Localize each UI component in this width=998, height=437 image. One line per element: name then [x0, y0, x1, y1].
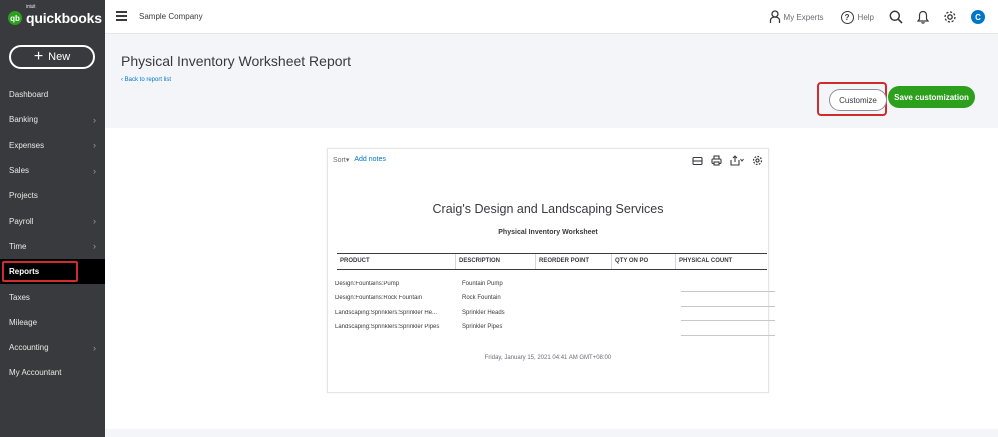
email-icon[interactable] [692, 156, 703, 166]
page-title: Physical Inventory Worksheet Report [121, 53, 352, 69]
save-customization-button[interactable]: Save customization [888, 86, 975, 108]
physical-count-line [681, 335, 775, 336]
print-icon[interactable] [711, 155, 722, 166]
help-button[interactable]: ? Help [840, 10, 874, 24]
column-header-description[interactable]: DESCRIPTION [455, 254, 535, 269]
product-cell: Design:Fountains:Rock Fountain [335, 295, 423, 301]
report-footer-date: Friday, January 15, 2021 04:41 AM GMT+08… [484, 355, 612, 361]
report-card: Sort▾ Add notes Craig's Design and Lands… [327, 148, 775, 393]
settings-gear-icon[interactable] [752, 155, 763, 166]
sort-dropdown[interactable]: Sort▾ [333, 156, 349, 164]
export-icon[interactable] [730, 155, 744, 166]
sidebar-item-time[interactable]: Time › [0, 234, 105, 259]
sidebar-item-projects[interactable]: Projects [0, 183, 105, 208]
sidebar-item-reports[interactable]: Reports [0, 259, 105, 285]
chevron-right-icon: › [93, 241, 96, 252]
sidebar: qb intuit quickbooks + New Dashboard Ban… [0, 0, 105, 437]
physical-count-line [681, 320, 775, 321]
physical-count-line [681, 306, 775, 307]
back-to-report-list-link[interactable]: ‹ Back to report list [121, 77, 171, 83]
description-cell: Fountain Pump [462, 281, 503, 287]
sidebar-item-my-accountant[interactable]: My Accountant [0, 360, 105, 385]
sidebar-item-mileage[interactable]: Mileage [0, 310, 105, 335]
chevron-right-icon: › [93, 140, 96, 151]
report-toolbar-right [692, 155, 763, 166]
person-icon [769, 10, 780, 23]
column-header-reorder-point[interactable]: REORDER POINT [535, 254, 611, 269]
sidebar-item-sales[interactable]: Sales › [0, 158, 105, 183]
logo-intuit-text: intuit [26, 4, 36, 10]
sidebar-item-accounting[interactable]: Accounting › [0, 335, 105, 360]
chevron-right-icon: › [93, 342, 96, 353]
column-header-qty-on-po[interactable]: QTY ON PO [611, 254, 675, 269]
top-right-actions: My Experts ? Help C [769, 0, 998, 34]
bell-icon[interactable] [917, 10, 929, 24]
top-bar: Sample Company My Experts ? Help C [105, 0, 998, 34]
search-icon[interactable] [889, 10, 903, 24]
description-cell: Rock Fountain [462, 295, 501, 301]
company-name: Sample Company [139, 12, 203, 21]
report-toolbar-left: Sort▾ Add notes [333, 156, 386, 164]
question-icon: ? [840, 10, 854, 24]
hamburger-menu-icon[interactable] [116, 11, 127, 21]
logo-text: intuit quickbooks [26, 4, 102, 26]
chevron-right-icon: › [93, 165, 96, 176]
my-experts-button[interactable]: My Experts [769, 10, 824, 24]
plus-icon: + [33, 48, 44, 65]
sidebar-nav: Dashboard Banking › Expenses › Sales › P… [0, 82, 105, 386]
report-company-name: Craig's Design and Landscaping Services [432, 202, 664, 216]
caret-down-icon: ▾ [345, 157, 350, 164]
sidebar-item-banking[interactable]: Banking › [0, 107, 105, 132]
sidebar-item-dashboard[interactable]: Dashboard [0, 82, 105, 107]
physical-count-line [681, 291, 775, 292]
new-button[interactable]: + New [9, 45, 95, 69]
quickbooks-logo[interactable]: qb intuit quickbooks [8, 4, 102, 30]
gear-icon[interactable] [943, 10, 957, 24]
customize-button[interactable]: Customize [829, 89, 887, 111]
report-title: Physical Inventory Worksheet [498, 229, 598, 236]
column-header-physical-count[interactable]: PHYSICAL COUNT [675, 254, 767, 269]
description-cell: Sprinkler Heads [462, 310, 505, 316]
chevron-right-icon: › [93, 216, 96, 227]
product-cell: Design:Fountains:Pump [335, 281, 400, 287]
sidebar-item-payroll[interactable]: Payroll › [0, 208, 105, 233]
sidebar-item-taxes[interactable]: Taxes [0, 284, 105, 309]
sidebar-item-expenses[interactable]: Expenses › [0, 133, 105, 158]
bottom-strip [105, 429, 998, 437]
column-header-product[interactable]: PRODUCT [337, 254, 455, 269]
qb-icon: qb [8, 11, 22, 25]
table-header: PRODUCT DESCRIPTION REORDER POINT QTY ON… [337, 253, 767, 270]
highlight-box: Customize [817, 82, 887, 116]
new-button-label: New [48, 51, 71, 63]
product-cell: Landscaping:Sprinklers:Sprinkler Pipes [335, 324, 440, 330]
description-cell: Sprinkler Pipes [462, 324, 503, 330]
avatar[interactable]: C [971, 10, 985, 24]
product-cell: Landscaping:Sprinklers:Sprinkler He... [335, 310, 438, 316]
chevron-right-icon: › [93, 114, 96, 125]
page-header: Physical Inventory Worksheet Report ‹ Ba… [105, 34, 998, 128]
add-notes-link[interactable]: Add notes [354, 156, 386, 164]
